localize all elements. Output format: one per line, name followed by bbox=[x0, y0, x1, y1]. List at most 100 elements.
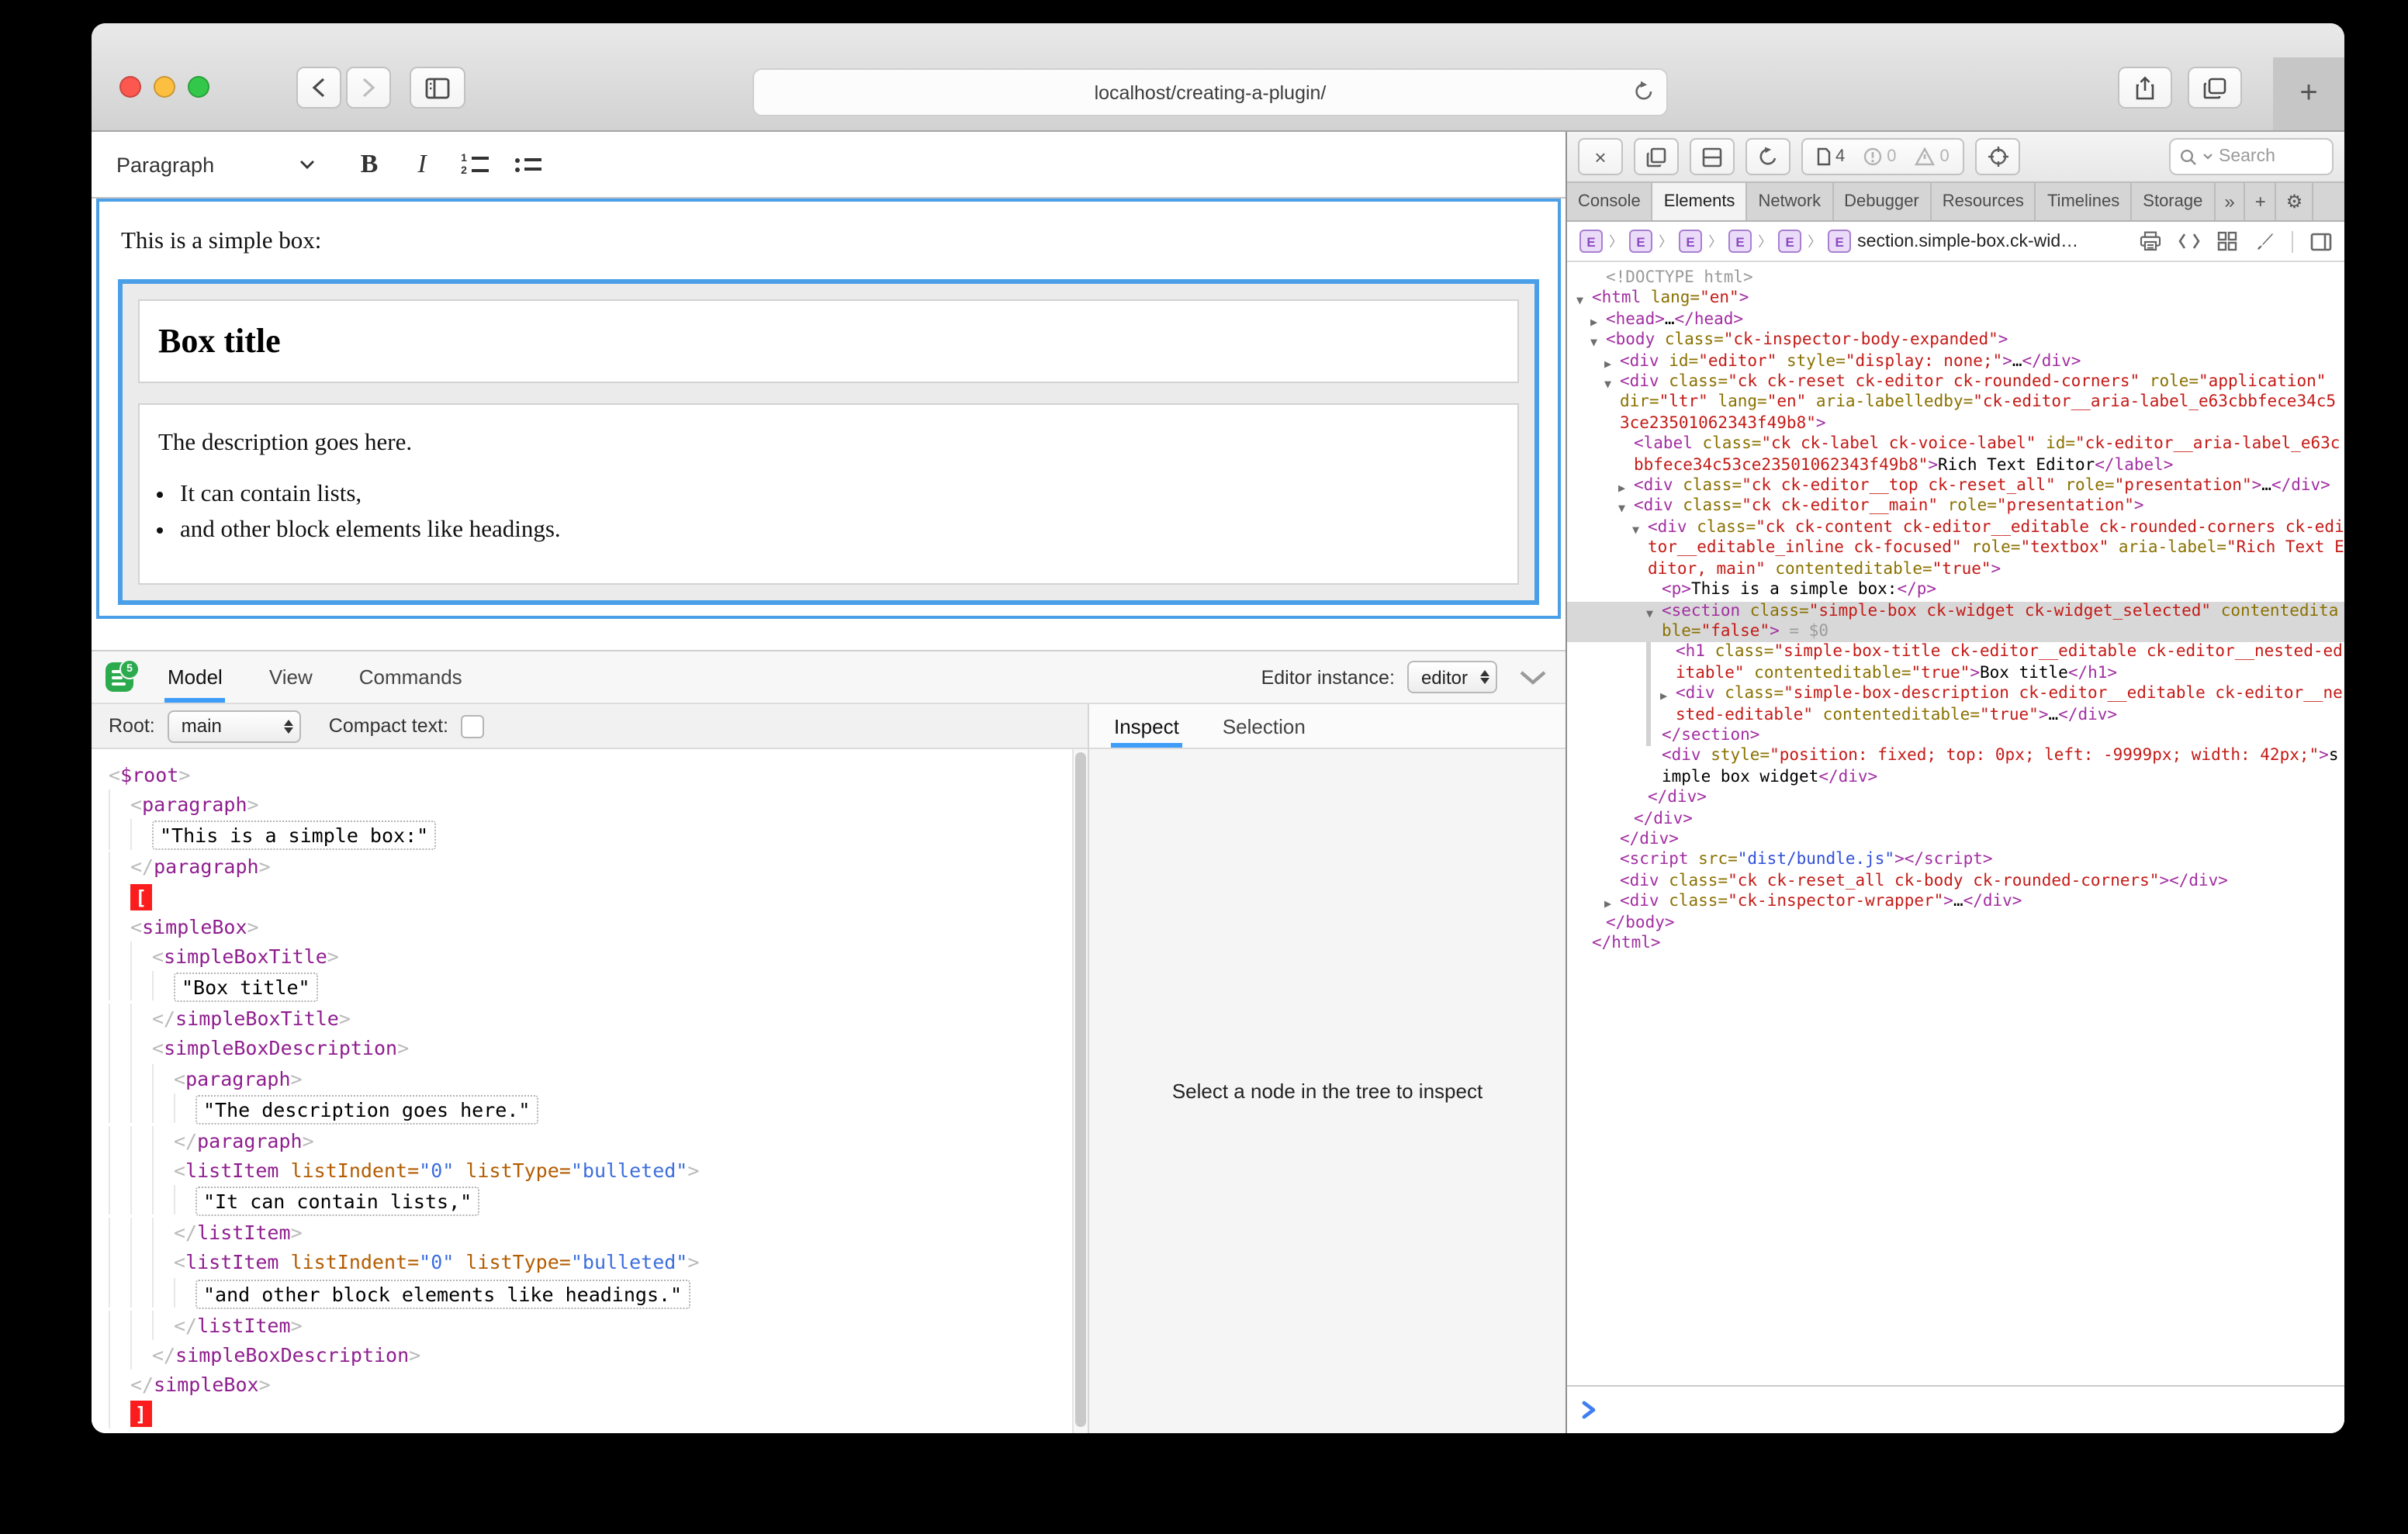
tab-overview-button[interactable] bbox=[2188, 67, 2242, 109]
inspect-pane-tab-selection[interactable]: Selection bbox=[1220, 704, 1309, 748]
model-tree-line[interactable]: </$root> bbox=[109, 1429, 1066, 1433]
model-tree-line[interactable]: <simpleBox> bbox=[109, 912, 1066, 941]
breadcrumb-element-chip[interactable]: E bbox=[1629, 230, 1652, 253]
model-tree-line[interactable]: </listItem> bbox=[109, 1218, 1066, 1247]
dom-tree-line[interactable]: </div> bbox=[1567, 830, 2344, 851]
list-item[interactable]: and other block elements like headings. bbox=[180, 517, 1499, 544]
disclosure-open-icon[interactable]: ▼ bbox=[1632, 520, 1639, 541]
close-window-button[interactable] bbox=[119, 76, 141, 98]
dom-tree-line[interactable]: ▼<html lang="en"> bbox=[1567, 289, 2344, 310]
intro-paragraph[interactable]: This is a simple box: bbox=[121, 228, 1539, 256]
model-tree-line[interactable]: "Box title" bbox=[109, 971, 1066, 1004]
model-tree-line[interactable]: </paragraph> bbox=[109, 1126, 1066, 1156]
dom-tree-line[interactable]: ▼<div class="ck ck-content ck-editor__ed… bbox=[1567, 518, 2344, 580]
breadcrumb-element-chip[interactable]: E bbox=[1579, 230, 1603, 253]
disclosure-closed-icon[interactable]: ▶ bbox=[1590, 312, 1597, 333]
dom-tree-line[interactable]: ▼<div class="ck ck-editor__main" role="p… bbox=[1567, 497, 2344, 518]
model-tree-line[interactable]: <simpleBoxDescription> bbox=[109, 1034, 1066, 1063]
details-sidebar-icon[interactable] bbox=[2310, 232, 2332, 250]
dom-tree-line[interactable]: ▼<body class="ck-inspector-body-expanded… bbox=[1567, 330, 2344, 351]
url-field[interactable]: localhost/creating-a-plugin/ bbox=[752, 68, 1668, 116]
bulleted-list-button[interactable] bbox=[501, 141, 554, 188]
close-devtools-button[interactable]: × bbox=[1578, 138, 1623, 175]
model-tree-line[interactable]: </listItem> bbox=[109, 1310, 1066, 1339]
disclosure-closed-icon[interactable]: ▶ bbox=[1660, 686, 1667, 707]
numbered-list-button[interactable]: 1 2 bbox=[448, 141, 501, 188]
devtools-tab-elements[interactable]: Elements bbox=[1653, 183, 1748, 220]
model-tree-line[interactable]: "It can contain lists," bbox=[109, 1185, 1066, 1218]
styles-brush-icon[interactable] bbox=[2254, 231, 2275, 251]
editor-instance-select[interactable]: editor bbox=[1407, 661, 1497, 693]
layout-grid-icon[interactable] bbox=[2217, 231, 2237, 251]
settings-gear-icon[interactable]: ⚙ bbox=[2277, 183, 2314, 220]
quick-console[interactable] bbox=[1567, 1385, 2344, 1433]
model-tree-line[interactable]: </simpleBoxDescription> bbox=[109, 1340, 1066, 1370]
model-tree-line[interactable]: [ bbox=[109, 882, 1066, 911]
dom-tree-line[interactable]: <p>This is a simple box:</p> bbox=[1567, 580, 2344, 601]
dom-tree-line[interactable]: <!DOCTYPE html> bbox=[1567, 268, 2344, 289]
root-select[interactable]: main bbox=[168, 710, 301, 742]
model-tree-line[interactable]: </paragraph> bbox=[109, 852, 1066, 882]
devtools-tab-resources[interactable]: Resources bbox=[1932, 183, 2036, 220]
dom-tree-line[interactable]: </div> bbox=[1567, 788, 2344, 809]
model-tree[interactable]: <$root><paragraph>"This is a simple box:… bbox=[92, 749, 1088, 1433]
devtools-tab-timelines[interactable]: Timelines bbox=[2036, 183, 2132, 220]
model-tree-line[interactable]: <listItem listIndent="0" listType="bulle… bbox=[109, 1156, 1066, 1185]
inspector-tab-model[interactable]: Model bbox=[164, 651, 226, 703]
detach-devtools-button[interactable] bbox=[1634, 138, 1679, 175]
dom-tree-line[interactable]: ▼<div class="ck ck-reset ck-editor ck-ro… bbox=[1567, 372, 2344, 434]
new-tab-button[interactable]: + bbox=[2273, 57, 2344, 130]
breadcrumb-current[interactable]: section.simple-box.ck-wid… bbox=[1857, 232, 2078, 250]
reload-page-button[interactable] bbox=[1745, 138, 1790, 175]
bold-button[interactable]: B bbox=[343, 141, 396, 188]
dom-tree-line[interactable]: <script src="dist/bundle.js"></script> bbox=[1567, 851, 2344, 872]
dom-tree-line[interactable]: <h1 class="simple-box-title ck-editor__e… bbox=[1567, 643, 2344, 685]
disclosure-closed-icon[interactable]: ▶ bbox=[1604, 893, 1611, 914]
model-tree-line[interactable]: ] bbox=[109, 1400, 1066, 1429]
disclosure-open-icon[interactable]: ▼ bbox=[1618, 499, 1625, 520]
paragraph-style-dropdown[interactable]: Paragraph bbox=[116, 153, 315, 176]
reload-icon[interactable] bbox=[1634, 81, 1654, 102]
editor-editable-area[interactable]: This is a simple box: Box title The desc… bbox=[96, 199, 1561, 619]
dom-tree-line[interactable]: <label class="ck ck-label ck-voice-label… bbox=[1567, 435, 2344, 477]
dom-tree-line[interactable]: </div> bbox=[1567, 809, 2344, 830]
inspector-tab-view[interactable]: View bbox=[266, 651, 316, 703]
collapse-inspector-icon[interactable] bbox=[1519, 669, 1547, 685]
model-tree-line[interactable]: <listItem listIndent="0" listType="bulle… bbox=[109, 1248, 1066, 1277]
dom-tree-line[interactable]: ▶<div class="ck-inspector-wrapper">…</di… bbox=[1567, 892, 2344, 913]
zoom-window-button[interactable] bbox=[188, 76, 209, 98]
model-tree-line[interactable]: <paragraph> bbox=[109, 789, 1066, 819]
dom-tree-line[interactable]: ▶<head>…</head> bbox=[1567, 310, 2344, 331]
dom-tree-line[interactable]: <div class="ck ck-reset_all ck-body ck-r… bbox=[1567, 872, 2344, 893]
model-tree-line[interactable]: <$root> bbox=[109, 760, 1066, 789]
model-tree-line[interactable]: </simpleBoxTitle> bbox=[109, 1004, 1066, 1033]
share-button[interactable] bbox=[2118, 67, 2172, 109]
inspector-tab-commands[interactable]: Commands bbox=[356, 651, 465, 703]
disclosure-open-icon[interactable]: ▼ bbox=[1576, 291, 1583, 312]
italic-button[interactable]: I bbox=[396, 141, 448, 188]
breadcrumb-element-chip[interactable]: E bbox=[1778, 230, 1801, 253]
back-button[interactable] bbox=[296, 67, 341, 109]
devtools-tab-debugger[interactable]: Debugger bbox=[1833, 183, 1932, 220]
forward-button[interactable] bbox=[346, 67, 391, 109]
model-tree-line[interactable]: <paragraph> bbox=[109, 1063, 1066, 1093]
model-tree-line[interactable]: <simpleBoxTitle> bbox=[109, 941, 1066, 971]
compact-text-checkbox[interactable] bbox=[461, 714, 484, 738]
minimize-window-button[interactable] bbox=[154, 76, 175, 98]
disclosure-open-icon[interactable]: ▼ bbox=[1590, 332, 1597, 353]
dom-tree[interactable]: <!DOCTYPE html>▼<html lang="en">▶<head>…… bbox=[1567, 262, 2344, 1385]
model-tree-line[interactable]: </simpleBox> bbox=[109, 1370, 1066, 1399]
breadcrumb-element-chip[interactable]: E bbox=[1728, 230, 1752, 253]
disclosure-open-icon[interactable]: ▼ bbox=[1646, 603, 1653, 624]
simple-box-widget[interactable]: Box title The description goes here. It … bbox=[118, 279, 1539, 605]
devtools-search-field[interactable]: Search bbox=[2169, 138, 2334, 175]
show-source-icon[interactable] bbox=[2178, 233, 2200, 250]
dom-tree-line[interactable]: ▶<div class="simple-box-description ck-e… bbox=[1567, 684, 2344, 726]
box-title-heading[interactable]: Box title bbox=[158, 321, 1499, 361]
dom-tree-line[interactable]: ▼<section class="simple-box ck-widget ck… bbox=[1567, 601, 2344, 643]
dom-tree-line[interactable]: </section> bbox=[1567, 726, 2344, 747]
disclosure-closed-icon[interactable]: ▶ bbox=[1604, 353, 1611, 374]
devtools-tab-network[interactable]: Network bbox=[1747, 183, 1833, 220]
devtools-tab-storage[interactable]: Storage bbox=[2132, 183, 2215, 220]
devtools-tab-console[interactable]: Console bbox=[1567, 183, 1653, 220]
